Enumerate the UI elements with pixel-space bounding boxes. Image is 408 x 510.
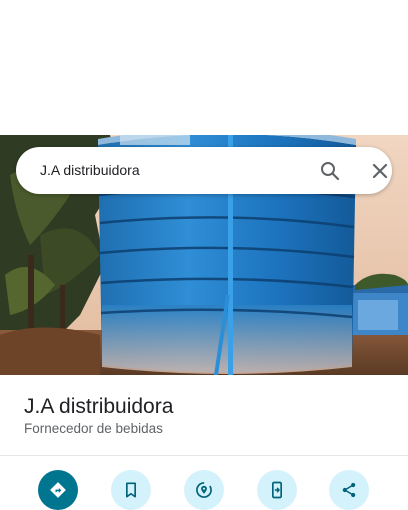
bookmark-icon (126, 482, 136, 498)
directions-icon (50, 482, 66, 498)
share-button[interactable] (329, 470, 369, 510)
action-button-row (0, 456, 408, 510)
nearby-button[interactable] (184, 470, 224, 510)
search-input[interactable]: J.A distribuidora (40, 147, 140, 194)
share-icon (342, 482, 356, 498)
send-to-phone-icon (272, 481, 282, 499)
place-category: Fornecedor de bebidas (24, 421, 163, 436)
search-icon[interactable] (318, 159, 342, 183)
map-blank-area (0, 0, 408, 135)
search-bar[interactable]: J.A distribuidora (16, 147, 392, 194)
save-button[interactable] (111, 470, 151, 510)
nearby-icon (196, 482, 212, 498)
place-info-panel: J.A distribuidora Fornecedor de bebidas (0, 375, 408, 455)
send-to-phone-button[interactable] (257, 470, 297, 510)
close-icon[interactable] (368, 159, 392, 183)
directions-button[interactable] (38, 470, 78, 510)
place-title: J.A distribuidora (24, 395, 174, 418)
